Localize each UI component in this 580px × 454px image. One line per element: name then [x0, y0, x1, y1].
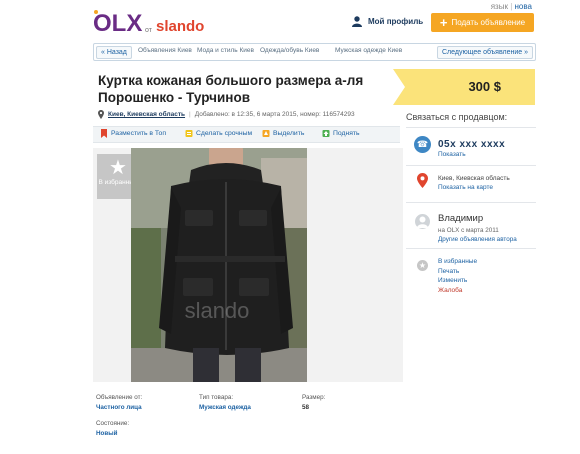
highlight-label: Выделить — [273, 130, 305, 137]
listing-meta: Киев, Киевская область | Добавлено: в 12… — [98, 110, 355, 119]
make-urgent-label: Сделать срочным — [196, 130, 253, 137]
place-top-button[interactable]: Разместить в Топ — [100, 129, 166, 138]
detail-label: Состояние: — [96, 420, 130, 427]
next-ad-button[interactable]: Следующее объявление » — [436, 46, 533, 59]
lang-value[interactable]: нова — [515, 2, 532, 11]
seller-name: Владимир — [438, 213, 484, 224]
my-profile-link[interactable]: Мой профиль — [352, 16, 423, 27]
location-pin-icon — [98, 110, 104, 119]
divider — [406, 202, 536, 203]
divider — [406, 165, 536, 166]
report-link[interactable]: Жалоба — [438, 286, 477, 296]
breadcrumb-item-ads-kiev[interactable]: Объявления Киев — [138, 47, 192, 54]
detail-offered-by: Объявление от: Частного лица — [96, 394, 142, 411]
language-switch[interactable]: язык | нова — [491, 2, 532, 11]
logo-olx-text: OLX — [93, 10, 142, 37]
detail-value: 58 — [302, 404, 310, 411]
detail-value-link[interactable]: Новый — [96, 430, 129, 437]
price-tag: 300 $ — [393, 69, 535, 105]
highlight-icon — [262, 130, 270, 137]
detail-label: Объявление от: — [96, 394, 143, 401]
divider — [406, 248, 536, 249]
breadcrumb-item-mens-clothes[interactable]: Мужская одежде Киев — [335, 47, 402, 54]
detail-value-link[interactable]: Частного лица — [96, 404, 142, 411]
phone-icon: ☎ — [414, 136, 431, 153]
olx-logo[interactable]: OLX от slando — [93, 6, 213, 42]
breadcrumb-item-clothes[interactable]: Одежда/обувь Киев — [260, 47, 319, 54]
show-on-map-link[interactable]: Показать на карте — [438, 184, 493, 191]
photo-gallery: ★ В избранные slando — [93, 148, 403, 382]
other-ads-link[interactable]: Другие объявления автора — [438, 236, 517, 243]
bookmark-icon — [101, 129, 107, 138]
post-ad-button[interactable]: + Подать объявление — [431, 13, 534, 32]
my-profile-label: Мой профиль — [368, 17, 424, 26]
highlight-button[interactable]: Выделить — [262, 129, 304, 138]
breadcrumb-item-fashion[interactable]: Мода и стиль Киев — [197, 47, 254, 54]
detail-label: Тип товара: — [199, 394, 234, 401]
print-link[interactable]: Печать — [438, 267, 477, 277]
photo-watermark: slando — [185, 298, 250, 323]
divider — [406, 127, 536, 128]
listing-location-link[interactable]: Киев, Киевская область — [108, 111, 185, 118]
jacket-photo-image: slando — [131, 148, 307, 382]
post-ad-label: Подать объявление — [451, 18, 526, 27]
listing-photo[interactable]: slando — [131, 148, 307, 382]
promo-action-bar: Разместить в Топ Сделать срочным Выделит… — [93, 126, 400, 143]
seller-since: на OLX с марта 2011 — [438, 227, 499, 234]
user-icon — [352, 16, 362, 27]
bump-up-icon — [322, 130, 330, 137]
bump-button[interactable]: Поднять — [322, 129, 360, 138]
page-title: Куртка кожаная большого размера а-ля Пор… — [98, 73, 364, 105]
listing-added: Добавлено: в 12:35, 6 марта 2015, номер:… — [194, 111, 355, 118]
logo-slando-text: slando — [156, 18, 204, 35]
breadcrumb: « Назад Объявления Киев Мода и стиль Кие… — [93, 43, 536, 61]
edit-link[interactable]: Изменить — [438, 276, 477, 286]
make-urgent-button[interactable]: Сделать срочным — [185, 129, 252, 138]
phone-number: 05х ххх хххх — [438, 139, 506, 150]
urgent-icon — [185, 130, 193, 137]
show-phone-link[interactable]: Показать — [438, 151, 466, 158]
logo-from-text: от — [145, 27, 153, 34]
seller-location: Киев, Киевская область — [438, 175, 510, 182]
plus-icon: + — [439, 15, 448, 30]
detail-product-type: Тип товара: Мужская одежда — [199, 394, 251, 411]
lang-label: язык — [490, 2, 508, 11]
favorite-star-icon: ★ — [417, 258, 428, 276]
ad-actions-list: В избранные Печать Изменить Жалоба — [438, 257, 477, 295]
detail-condition: Состояние: Новый — [96, 420, 129, 437]
detail-size: Размер: 58 — [302, 394, 325, 411]
svg-text:★: ★ — [419, 261, 426, 270]
avatar — [415, 214, 430, 229]
price-value: 300 $ — [468, 79, 501, 94]
bump-label: Поднять — [333, 130, 360, 137]
place-top-label: Разместить в Топ — [111, 130, 167, 137]
favorites-link[interactable]: В избранные — [438, 257, 477, 267]
detail-label: Размер: — [302, 394, 326, 401]
detail-value-link[interactable]: Мужская одежда — [199, 404, 251, 411]
map-pin-icon — [417, 173, 428, 193]
contact-seller-heading: Связаться с продавцом: — [406, 112, 508, 122]
back-button[interactable]: « Назад — [96, 46, 132, 59]
